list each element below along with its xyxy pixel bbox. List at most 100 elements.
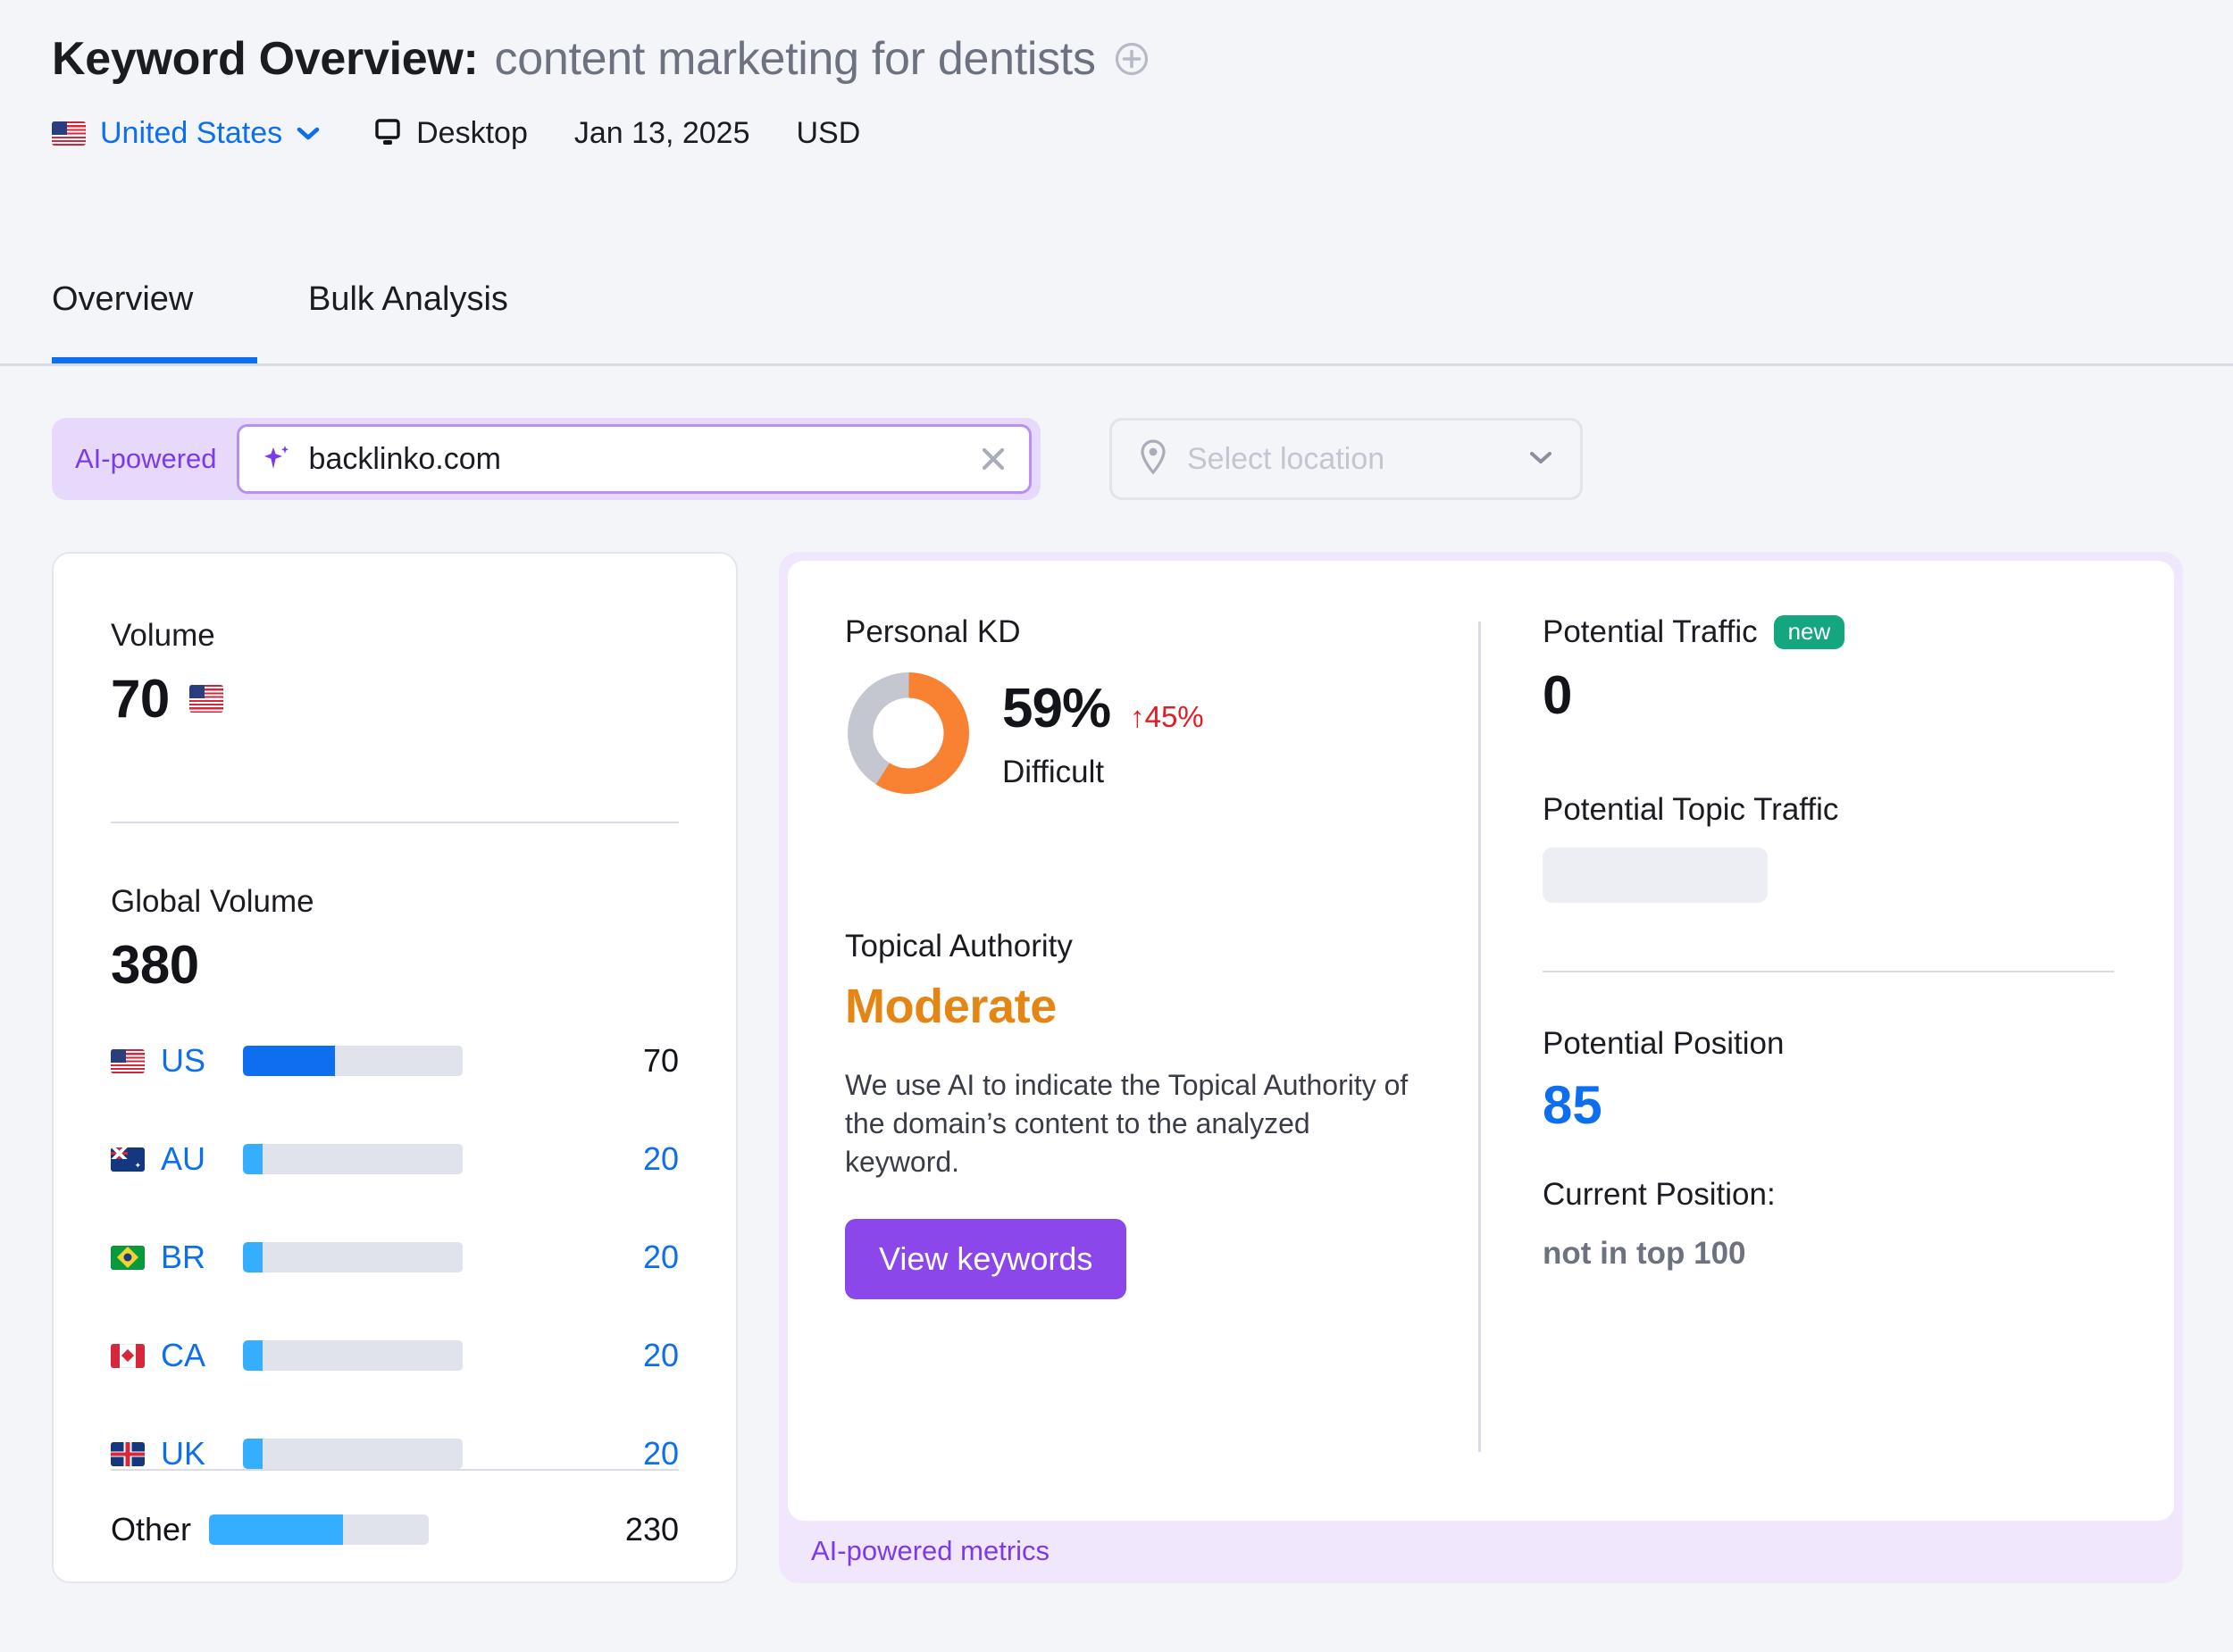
volume-bar [243, 1439, 463, 1469]
tab-bulk-analysis[interactable]: Bulk Analysis [308, 280, 508, 319]
tab-overview[interactable]: Overview [52, 280, 193, 319]
potential-position-label: Potential Position [1543, 1026, 2114, 1062]
personal-kd-label: Personal KD [845, 614, 1204, 650]
close-x-icon[interactable] [977, 444, 1009, 474]
current-position-label: Current Position: [1543, 1177, 2114, 1213]
volume-value-row: 70 [111, 668, 223, 730]
tab-active-indicator [52, 357, 257, 363]
domain-input[interactable]: backlinko.com [309, 442, 977, 477]
volume-bar [243, 1242, 463, 1272]
br-flag-icon [111, 1246, 145, 1270]
current-position-value: not in top 100 [1543, 1236, 2114, 1272]
country-volume-value: 20 [643, 1337, 679, 1374]
view-keywords-button[interactable]: View keywords [845, 1219, 1126, 1299]
list-item[interactable]: BR 20 [111, 1232, 679, 1282]
volume-bar-fill [243, 1046, 335, 1076]
potential-traffic-header: Potential Traffic new [1543, 614, 2114, 650]
personal-kd-row: 59% ↑45% Difficult [845, 670, 1204, 797]
topical-authority-label: Topical Authority [845, 929, 1417, 964]
volume-divider [111, 822, 679, 823]
potential-topic-traffic-placeholder [1543, 847, 1768, 903]
map-pin-icon [1137, 438, 1169, 480]
list-item[interactable]: AU 20 [111, 1134, 679, 1184]
potential-traffic-label: Potential Traffic [1543, 614, 1758, 650]
chevron-down-icon[interactable] [1526, 447, 1555, 471]
potential-metrics-column: Potential Traffic new 0 Potential Topic … [1543, 614, 2114, 1272]
global-volume-block: Global Volume 380 [111, 884, 314, 996]
ai-domain-search: AI-powered backlinko.com [52, 418, 1041, 500]
kd-values: 59% ↑45% Difficult [1002, 677, 1204, 790]
list-item[interactable]: US 70 [111, 1036, 679, 1086]
currency-label: USD [796, 116, 860, 151]
volume-value: 70 [111, 668, 170, 730]
country-code[interactable]: BR [161, 1239, 243, 1276]
list-item[interactable]: UK 20 [111, 1429, 679, 1479]
other-label: Other [111, 1511, 209, 1548]
kd-difficulty-label: Difficult [1002, 755, 1204, 790]
desktop-monitor-icon [372, 117, 404, 149]
ai-metrics-inner: Personal KD 59% ↑45% Difficult [788, 561, 2174, 1521]
country-volume-value: 20 [643, 1435, 679, 1473]
volume-bar-fill [243, 1340, 263, 1371]
us-flag-icon [52, 121, 86, 146]
volume-block: Volume 70 [111, 618, 223, 730]
global-volume-label: Global Volume [111, 884, 314, 920]
us-flag-icon [189, 685, 223, 713]
page-title: Keyword Overview: content marketing for … [52, 32, 1150, 86]
location-selector[interactable]: Select location [1109, 418, 1583, 500]
kd-percent-value: 59% [1002, 677, 1110, 740]
topical-authority-value: Moderate [845, 979, 1417, 1034]
page-header: Keyword Overview: content marketing for … [52, 32, 1150, 154]
page-title-keyword: content marketing for dentists [495, 32, 1096, 86]
volume-bar-fill [243, 1439, 263, 1469]
volume-bar [243, 1046, 463, 1076]
column-divider [1478, 622, 1481, 1452]
country-volume-list: US 70 AU 20 BR [111, 1036, 679, 1527]
personal-kd-block: Personal KD 59% ↑45% Difficult [845, 614, 1204, 797]
country-code[interactable]: US [161, 1042, 243, 1080]
ai-powered-label: AI-powered [75, 443, 217, 475]
sparkle-ai-icon [259, 442, 295, 476]
volume-bar-fill [243, 1242, 263, 1272]
location-placeholder-text: Select location [1187, 442, 1526, 477]
page-title-prefix: Keyword Overview: [52, 32, 479, 86]
domain-input-wrapper[interactable]: backlinko.com [237, 424, 1032, 494]
other-volume-row: Other 230 [111, 1505, 679, 1555]
keyword-overview-page: Keyword Overview: content marketing for … [0, 0, 2233, 1652]
other-divider [111, 1469, 679, 1471]
country-code[interactable]: AU [161, 1140, 243, 1178]
ai-powered-metrics-footer: AI-powered metrics [811, 1535, 1050, 1567]
us-flag-icon [111, 1049, 145, 1073]
country-code[interactable]: CA [161, 1337, 243, 1374]
volume-card: Volume 70 Global Volume 380 US 70 [52, 552, 738, 1583]
potential-position-value: 85 [1543, 1074, 2114, 1136]
chevron-down-icon[interactable] [295, 124, 322, 142]
tab-bar: Overview Bulk Analysis [0, 268, 2233, 366]
kd-donut-chart [845, 670, 972, 797]
potential-topic-traffic-label: Potential Topic Traffic [1543, 792, 2114, 828]
volume-bar [243, 1144, 463, 1174]
other-volume-value: 230 [625, 1511, 679, 1548]
potential-divider [1543, 971, 2114, 972]
volume-bar [243, 1340, 463, 1371]
plus-circle-icon[interactable] [1114, 41, 1150, 77]
other-volume-bar-fill [209, 1514, 343, 1545]
ca-flag-icon [111, 1344, 145, 1368]
potential-traffic-value: 0 [1543, 664, 2114, 726]
country-volume-value: 70 [643, 1042, 679, 1080]
country-volume-value: 20 [643, 1140, 679, 1178]
ai-metrics-card: Personal KD 59% ↑45% Difficult [779, 552, 2183, 1583]
country-selector-label[interactable]: United States [100, 116, 282, 151]
status-badge: new [1774, 615, 1845, 649]
country-code[interactable]: UK [161, 1435, 243, 1473]
topical-authority-description: We use AI to indicate the Topical Author… [845, 1066, 1417, 1181]
header-meta-row: United States Desktop Jan 13, 2025 USD [52, 113, 1150, 154]
other-volume-bar [209, 1514, 429, 1545]
volume-label: Volume [111, 618, 223, 654]
country-volume-value: 20 [643, 1239, 679, 1276]
report-date: Jan 13, 2025 [574, 116, 750, 151]
kd-delta-value: ↑45% [1130, 700, 1204, 734]
global-volume-value: 380 [111, 934, 314, 996]
uk-flag-icon [111, 1442, 145, 1466]
list-item[interactable]: CA 20 [111, 1331, 679, 1381]
